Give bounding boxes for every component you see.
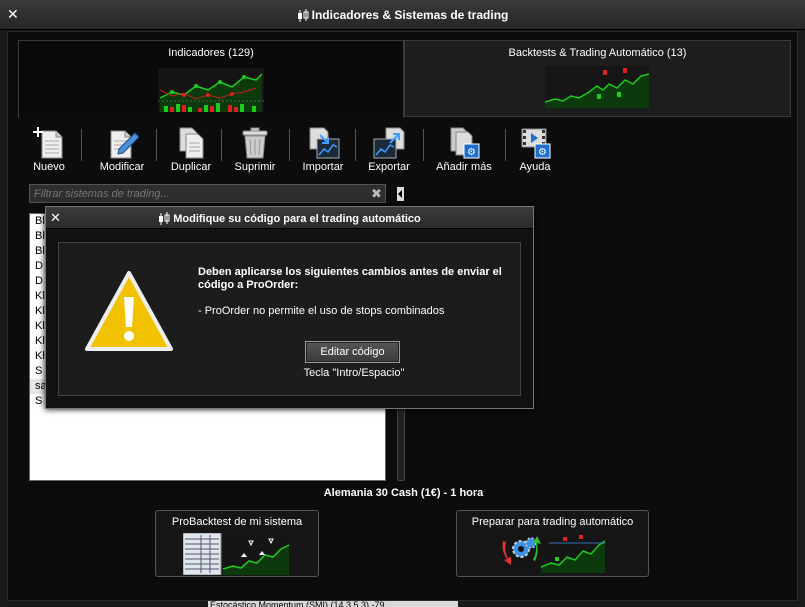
import-icon — [309, 127, 340, 159]
keyboard-hint: Tecla "Intro/Espacio" — [303, 367, 405, 379]
delete-button[interactable]: Suprimir — [230, 127, 280, 175]
add-more-button[interactable]: ⚙ Añadir más — [432, 127, 496, 175]
dialog-message: Deben aplicarse los siguientes cambios a… — [198, 266, 502, 291]
duplicate-icon — [179, 127, 204, 159]
import-button[interactable]: Importar — [300, 127, 346, 175]
help-button[interactable]: ⚙ Ayuda — [512, 127, 558, 175]
add-more-icon: ⚙ — [450, 127, 480, 159]
backtests-chart-icon — [545, 66, 649, 108]
svg-text:⚙: ⚙ — [538, 147, 547, 158]
toolbar-separator — [505, 129, 506, 161]
new-document-icon — [33, 127, 63, 159]
clear-filter-icon[interactable]: ✖ — [371, 186, 382, 202]
dialog-title: Modifique su código para el trading auto… — [46, 212, 533, 226]
probacktest-chart-icon — [183, 533, 291, 575]
help-video-icon: ⚙ — [521, 128, 551, 159]
collapse-panel-button[interactable] — [397, 187, 404, 201]
edit-code-button[interactable]: Editar código — [305, 341, 400, 363]
duplicate-button[interactable]: Duplicar — [166, 127, 216, 175]
modify-button[interactable]: Modificar — [94, 127, 150, 175]
modify-code-dialog: ✕ Modifique su código para el trading au… — [45, 206, 534, 409]
toolbar-separator — [156, 129, 157, 161]
candlestick-icon — [159, 212, 170, 225]
export-button[interactable]: Exportar — [366, 127, 412, 175]
window-titlebar: ✕ Indicadores & Sistemas de trading — [0, 0, 805, 30]
new-button[interactable]: Nuevo — [28, 127, 70, 175]
warning-icon — [85, 271, 173, 351]
tab-backtests[interactable]: Backtests & Trading Automático (13) — [404, 40, 791, 117]
auto-trading-chart-icon — [499, 533, 607, 573]
dialog-titlebar: ✕ Modifique su código para el trading au… — [46, 207, 533, 229]
svg-text:⚙: ⚙ — [467, 147, 476, 158]
edit-document-icon — [110, 130, 139, 159]
tab-indicators[interactable]: Indicadores (129) — [18, 40, 404, 118]
candlestick-icon — [297, 8, 309, 22]
status-strip: Estocástico Momentum (SMI) (14,3,5,3) -7… — [208, 601, 458, 607]
dialog-message-item: - ProOrder no permite el uso de stops co… — [198, 305, 445, 317]
market-label: Alemania 30 Cash (1€) - 1 hora — [323, 487, 484, 499]
dialog-body: Deben aplicarse los siguientes cambios a… — [58, 242, 521, 396]
prepare-auto-trading-button[interactable]: Preparar para trading automático — [456, 510, 649, 577]
prepare-auto-trading-label: Preparar para trading automático — [471, 516, 634, 528]
probacktest-button[interactable]: ProBacktest de mi sistema — [155, 510, 319, 577]
export-icon — [373, 127, 405, 159]
filter-input[interactable] — [29, 184, 386, 203]
trash-icon — [242, 127, 268, 159]
indicators-chart-icon — [158, 68, 264, 112]
toolbar: Nuevo Modificar Duplicar Suprimir Import… — [28, 127, 628, 177]
probacktest-label: ProBacktest de mi sistema — [171, 516, 303, 528]
toolbar-separator — [81, 129, 82, 161]
toolbar-separator — [221, 129, 222, 161]
tab-indicators-label: Indicadores (129) — [168, 47, 254, 59]
tab-backtests-label: Backtests & Trading Automático (13) — [508, 47, 687, 59]
window-title: Indicadores & Sistemas de trading — [0, 8, 805, 23]
toolbar-separator — [423, 129, 424, 161]
toolbar-separator — [289, 129, 290, 161]
toolbar-separator — [355, 129, 356, 161]
